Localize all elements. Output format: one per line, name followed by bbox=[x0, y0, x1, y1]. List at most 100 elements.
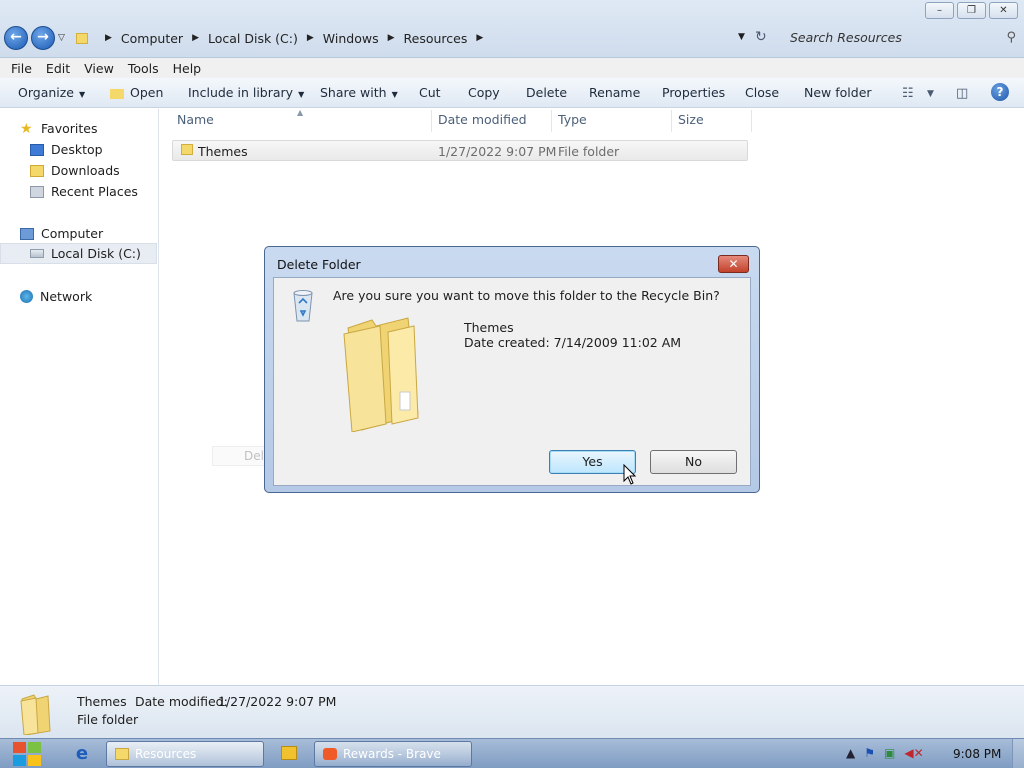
column-divider[interactable] bbox=[551, 110, 552, 132]
network-status-icon[interactable]: ▣ bbox=[884, 746, 895, 760]
command-bar: Organize ▼ Open Include in library ▼ Share… bbox=[0, 78, 1024, 108]
nav-recent-places[interactable]: Recent Places bbox=[0, 181, 157, 202]
nav-downloads[interactable]: Downloads bbox=[0, 160, 157, 181]
breadcrumb-resources[interactable]: Resources bbox=[404, 31, 468, 46]
search-icon[interactable]: ⚲ bbox=[1006, 30, 1016, 45]
chevron-down-icon[interactable]: ▼ bbox=[927, 89, 934, 99]
breadcrumb-local-disk[interactable]: Local Disk (C:) bbox=[208, 31, 298, 46]
downloads-icon bbox=[30, 164, 44, 177]
nav-computer[interactable]: Computer bbox=[0, 223, 157, 244]
nav-local-disk[interactable]: Local Disk (C:) bbox=[0, 243, 157, 264]
column-divider[interactable] bbox=[751, 110, 752, 132]
star-icon: ★ bbox=[20, 120, 33, 137]
dialog-question: Are you sure you want to move this folde… bbox=[333, 288, 720, 303]
mouse-cursor-icon bbox=[623, 464, 637, 485]
column-header-type[interactable]: Type bbox=[558, 112, 587, 127]
recent-pages-dropdown-icon[interactable]: ▽ bbox=[58, 33, 65, 43]
chevron-right-icon[interactable]: ▶ bbox=[192, 33, 199, 43]
nav-favorites[interactable]: ★ Favorites bbox=[0, 118, 157, 139]
menu-bar: File Edit View Tools Help bbox=[0, 58, 1024, 78]
close-command-button[interactable]: Close bbox=[745, 85, 779, 100]
delete-folder-dialog: Delete Folder ✕ Are you sure you want to… bbox=[264, 246, 760, 493]
computer-icon bbox=[20, 227, 34, 240]
taskbar-explorer-button[interactable]: Resources bbox=[106, 741, 264, 767]
column-header-size[interactable]: Size bbox=[678, 112, 704, 127]
menu-view[interactable]: View bbox=[84, 61, 114, 76]
menu-tools[interactable]: Tools bbox=[128, 61, 159, 76]
back-button[interactable]: ← bbox=[4, 26, 28, 50]
details-pane: Themes Date modified: 1/27/2022 9:07 PM … bbox=[0, 685, 1024, 738]
nav-local-disk-label: Local Disk (C:) bbox=[51, 246, 141, 261]
delete-button[interactable]: Delete bbox=[526, 85, 567, 100]
rename-button[interactable]: Rename bbox=[589, 85, 640, 100]
folder-icon bbox=[343, 317, 419, 432]
dialog-item-date: Date created: 7/14/2009 11:02 AM bbox=[464, 335, 682, 350]
action-center-flag-icon[interactable]: ⚑ bbox=[864, 746, 875, 760]
search-input[interactable]: Search Resources bbox=[778, 26, 1024, 50]
nav-desktop-label: Desktop bbox=[51, 142, 103, 157]
system-tray: ▲ ⚑ ▣ ◀✕ bbox=[846, 746, 924, 760]
cut-button[interactable]: Cut bbox=[419, 85, 441, 100]
show-desktop-button[interactable] bbox=[1012, 739, 1024, 768]
nav-computer-label: Computer bbox=[41, 226, 104, 241]
details-name: Themes bbox=[77, 694, 127, 709]
organize-label: Organize bbox=[18, 85, 74, 100]
media-player-icon[interactable] bbox=[281, 746, 297, 760]
show-hidden-icons-icon[interactable]: ▲ bbox=[846, 746, 855, 760]
file-type: File folder bbox=[558, 144, 620, 159]
view-options-icon[interactable]: ☷ bbox=[902, 86, 914, 101]
clock[interactable]: 9:08 PM bbox=[953, 747, 1001, 761]
chevron-right-icon[interactable]: ▶ bbox=[388, 33, 395, 43]
file-row[interactable]: Themes 1/27/2022 9:07 PM File folder bbox=[172, 140, 748, 161]
nav-network[interactable]: Network bbox=[0, 286, 157, 307]
menu-help[interactable]: Help bbox=[173, 61, 202, 76]
folder-open-icon bbox=[110, 88, 124, 99]
new-folder-button[interactable]: New folder bbox=[804, 85, 872, 100]
nav-network-label: Network bbox=[40, 289, 93, 304]
column-header-date-modified[interactable]: Date modified bbox=[438, 112, 527, 127]
details-type: File folder bbox=[77, 712, 139, 727]
no-button[interactable]: No bbox=[650, 450, 737, 474]
close-window-button[interactable]: ✕ bbox=[989, 2, 1018, 19]
breadcrumb[interactable]: ▶ Computer ▶ Local Disk (C:) ▶ Windows ▶… bbox=[76, 28, 492, 48]
open-button[interactable]: Open bbox=[110, 85, 163, 100]
navigation-pane: ★ Favorites Desktop Downloads Recent Pla… bbox=[0, 109, 159, 685]
breadcrumb-computer[interactable]: Computer bbox=[121, 31, 183, 46]
dialog-close-button[interactable]: ✕ bbox=[718, 255, 749, 273]
properties-button[interactable]: Properties bbox=[662, 85, 725, 100]
chevron-right-icon[interactable]: ▶ bbox=[307, 33, 314, 43]
copy-button[interactable]: Copy bbox=[468, 85, 500, 100]
taskbar: e Resources Rewards - Brave ▲ ⚑ ▣ ◀✕ 9:0… bbox=[0, 738, 1024, 768]
network-icon bbox=[20, 290, 33, 303]
breadcrumb-windows[interactable]: Windows bbox=[323, 31, 379, 46]
taskbar-brave-button[interactable]: Rewards - Brave bbox=[314, 741, 472, 767]
chevron-right-icon[interactable]: ▶ bbox=[105, 33, 112, 43]
help-icon[interactable]: ? bbox=[991, 83, 1009, 101]
share-with-button[interactable]: Share with ▼ bbox=[320, 85, 398, 100]
start-button[interactable] bbox=[11, 740, 43, 768]
desktop-icon bbox=[30, 143, 44, 156]
chevron-right-icon[interactable]: ▶ bbox=[476, 33, 483, 43]
forward-button[interactable]: → bbox=[31, 26, 55, 50]
nav-favorites-label: Favorites bbox=[41, 121, 98, 136]
nav-desktop[interactable]: Desktop bbox=[0, 139, 157, 160]
preview-pane-icon[interactable]: ◫ bbox=[956, 86, 968, 101]
organize-button[interactable]: Organize ▼ bbox=[18, 85, 85, 100]
minimize-button[interactable]: – bbox=[925, 2, 954, 19]
recent-places-icon bbox=[30, 185, 44, 198]
menu-file[interactable]: File bbox=[11, 61, 32, 76]
dialog-title: Delete Folder bbox=[277, 257, 361, 272]
volume-muted-icon[interactable]: ◀✕ bbox=[904, 746, 923, 760]
maximize-button[interactable]: ❐ bbox=[957, 2, 986, 19]
internet-explorer-icon[interactable]: e bbox=[72, 744, 92, 764]
refresh-icon[interactable]: ↻ bbox=[755, 29, 767, 45]
column-divider[interactable] bbox=[671, 110, 672, 132]
column-divider[interactable] bbox=[431, 110, 432, 132]
include-in-library-label: Include in library bbox=[188, 85, 294, 100]
chevron-down-icon: ▼ bbox=[79, 90, 86, 99]
hard-drive-icon bbox=[30, 249, 44, 258]
address-history-dropdown-icon[interactable]: ▼ bbox=[738, 32, 745, 42]
menu-edit[interactable]: Edit bbox=[46, 61, 70, 76]
include-in-library-button[interactable]: Include in library ▼ bbox=[188, 85, 304, 100]
column-header-name[interactable]: Name bbox=[177, 112, 214, 127]
